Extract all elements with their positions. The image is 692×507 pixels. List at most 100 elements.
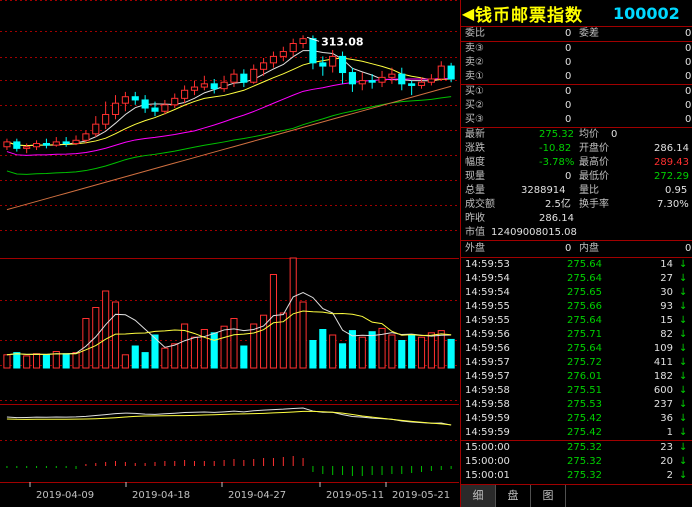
candle-body: [250, 68, 258, 83]
tick-price: 275.71: [567, 329, 602, 340]
tick-price: 275.42: [567, 427, 602, 438]
tick-time: 14:59:57: [465, 371, 510, 382]
candle-body: [52, 141, 60, 146]
tick-time: 14:59:55: [465, 315, 510, 326]
tick-down-arrow-icon: ↓: [679, 399, 688, 410]
tick-down-arrow-icon: ↓: [679, 385, 688, 396]
turnover-rate: 7.30%: [657, 199, 689, 210]
volume-bar: [13, 352, 21, 369]
tick-price: 275.65: [567, 287, 602, 298]
tick-volume: 30: [660, 287, 673, 298]
tick-volume: 109: [653, 343, 673, 354]
ma10-line: [6, 57, 452, 147]
candle-body: [92, 123, 100, 135]
date-label: 2019-05-11: [326, 490, 384, 501]
volume-bar: [220, 325, 228, 369]
volume-bar: [398, 340, 406, 369]
current-volume: 0: [565, 171, 572, 182]
candle-body: [82, 133, 90, 141]
low-price: 272.29: [654, 171, 689, 182]
candle-body: [329, 55, 337, 67]
quote-summary: 最新 275.32 均价 0 涨跌 -10.82 开盘价 286.14 幅度 -3.78% 最高…: [461, 128, 692, 241]
volume-bar: [131, 345, 139, 369]
candle-body: [348, 72, 356, 85]
candle-body: [260, 62, 268, 70]
tick-row: 14:59:54 275.64 27 ↓: [461, 272, 692, 286]
kline-chart-area[interactable]: 313.08 2019-04-09 2019-04-18 2019-04-27 2019…: [0, 0, 459, 507]
tick-volume: 14: [660, 259, 673, 270]
tick-price: 275.53: [567, 399, 602, 410]
tick-down-arrow-icon: ↓: [679, 287, 688, 298]
candle-body: [269, 55, 278, 64]
candle-body: [3, 141, 11, 148]
tick-time: 14:59:53: [465, 259, 510, 270]
tick-down-arrow-icon: ↓: [679, 329, 688, 340]
sell-level-2: 卖② 0 0: [465, 57, 692, 68]
candle-body: [417, 81, 426, 86]
tick-time: 14:59:56: [465, 329, 510, 340]
tick-row: 14:59:54 275.65 30 ↓: [461, 286, 692, 300]
tick-volume: 182: [653, 371, 673, 382]
tick-volume: 82: [660, 329, 673, 340]
ma60-line: [6, 85, 452, 211]
tick-down-arrow-icon: ↓: [679, 442, 688, 453]
tick-down-arrow-icon: ↓: [679, 371, 688, 382]
candle-body: [131, 96, 139, 101]
volume-bar: [32, 353, 41, 369]
buy-levels: 买① 0 0 买② 0 0 买③ 0 0: [461, 85, 692, 128]
tick-time: 14:59:54: [465, 273, 510, 284]
open-price: 286.14: [654, 143, 689, 154]
change-value: -10.82: [539, 143, 572, 154]
volume-bar: [92, 307, 100, 369]
candle-body: [338, 55, 347, 74]
tick-volume: 2: [666, 470, 673, 481]
volume-bar: [319, 329, 327, 369]
date-label: 2019-04-18: [132, 490, 190, 501]
candle-body: [111, 102, 120, 115]
prev-stock-icon[interactable]: ◀: [461, 4, 475, 23]
candle-body: [319, 62, 327, 67]
volume-bar: [72, 352, 80, 369]
candle-body: [210, 83, 218, 90]
tick-row: 14:59:58 275.51 600 ↓: [461, 384, 692, 398]
tick-time: 14:59:54: [465, 287, 510, 298]
tick-row: 15:00:00 275.32 23 ↓: [461, 441, 692, 455]
tick-down-arrow-icon: ↓: [679, 343, 688, 354]
tick-time: 14:59:58: [465, 385, 510, 396]
tick-volume: 23: [660, 442, 673, 453]
tick-list[interactable]: 14:59:53 275.64 14 ↓ 14:59:54 275.64 27 ↓ 14:59:…: [461, 258, 692, 483]
volume-bar: [269, 274, 278, 369]
latest-price: 275.32: [539, 129, 574, 140]
candle-body: [151, 107, 159, 112]
volume-bar: [250, 323, 258, 369]
tick-down-arrow-icon: ↓: [679, 357, 688, 368]
candle-body: [200, 83, 208, 88]
tab-orderbook[interactable]: 盘: [496, 485, 531, 507]
sell-levels: 卖③ 0 0 卖② 0 0 卖① 0 0: [461, 42, 692, 85]
turnover-amount: 2.5亿: [545, 199, 571, 210]
tick-row: 15:00:01 275.32 2 ↓: [461, 469, 692, 483]
sell-level-3: 卖③ 0 0: [465, 43, 692, 54]
volume-bar: [210, 332, 218, 369]
date-label: 2019-04-09: [36, 490, 94, 501]
tab-chart[interactable]: 图: [531, 485, 566, 507]
tick-row: 14:59:55 275.66 93 ↓: [461, 300, 692, 314]
volume-bar: [161, 347, 169, 369]
tick-volume: 237: [653, 399, 673, 410]
tick-time: 15:00:00: [465, 456, 510, 467]
tab-detail[interactable]: 细: [461, 485, 496, 507]
prev-close: 286.14: [539, 213, 574, 224]
change-pct: -3.78%: [539, 157, 575, 168]
tick-price: 275.32: [567, 470, 602, 481]
buy-level-1: 买① 0 0: [465, 86, 692, 97]
ratio-value: 0: [565, 28, 572, 39]
tick-down-arrow-icon: ↓: [679, 259, 688, 270]
volume-ratio: 0.95: [665, 185, 688, 196]
tick-price: 275.32: [567, 456, 602, 467]
tick-time: 14:59:58: [465, 399, 510, 410]
volume-bar: [240, 345, 248, 369]
tick-down-arrow-icon: ↓: [679, 413, 688, 424]
inner-volume: 0: [685, 243, 692, 254]
tick-price: 275.64: [567, 343, 602, 354]
candle-body: [240, 73, 248, 83]
